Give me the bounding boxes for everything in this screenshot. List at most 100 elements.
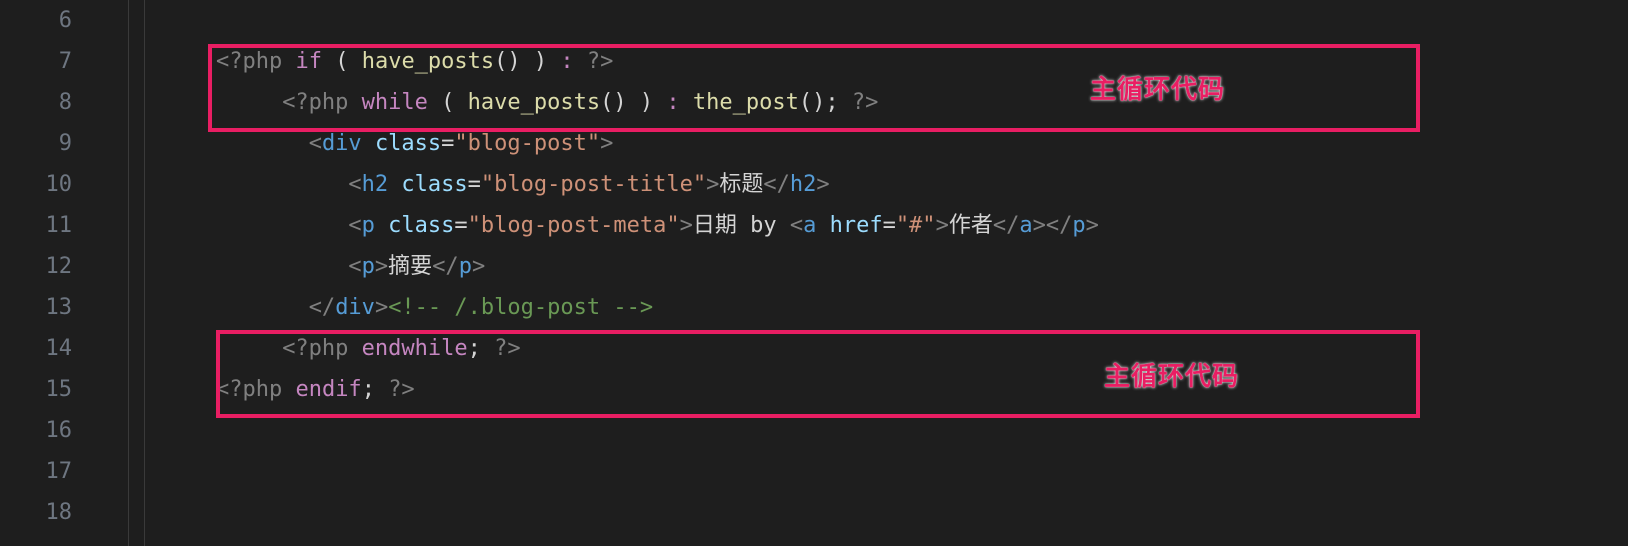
angle-bracket: > bbox=[600, 131, 613, 156]
line-number: 10 bbox=[0, 164, 72, 205]
keyword-endwhile: endwhile bbox=[362, 336, 468, 361]
code-line: <p class="blog-post-meta">日期 by <a href=… bbox=[110, 205, 1628, 246]
line-number: 6 bbox=[0, 0, 72, 41]
code-line: <h2 class="blog-post-title">标题</h2> bbox=[110, 164, 1628, 205]
code-editor: 6 7 8 9 10 11 12 13 14 15 16 17 18 <?php… bbox=[0, 0, 1628, 546]
tag-h2: h2 bbox=[362, 172, 389, 197]
tag-p: p bbox=[362, 213, 375, 238]
paren: ( bbox=[494, 49, 507, 74]
paren: ( bbox=[799, 90, 812, 115]
html-comment: <!-- /.blog-post --> bbox=[388, 295, 653, 320]
paren: ( bbox=[335, 49, 348, 74]
line-number: 17 bbox=[0, 451, 72, 492]
line-number: 14 bbox=[0, 328, 72, 369]
equals: = bbox=[441, 131, 454, 156]
line-number: 12 bbox=[0, 246, 72, 287]
line-number: 15 bbox=[0, 369, 72, 410]
code-line: <p>摘要</p> bbox=[110, 246, 1628, 287]
code-line bbox=[110, 410, 1628, 451]
text-excerpt: 摘要 bbox=[388, 254, 432, 279]
line-number: 13 bbox=[0, 287, 72, 328]
func-have-posts: have_posts bbox=[468, 90, 600, 115]
equals: = bbox=[883, 213, 896, 238]
code-line: <?php while ( have_posts() ) : the_post(… bbox=[110, 82, 1628, 123]
annotation-label-top: 主循环代码 bbox=[1090, 69, 1225, 110]
angle-bracket: < bbox=[309, 131, 322, 156]
tag-h2: h2 bbox=[790, 172, 817, 197]
text-by: by bbox=[750, 213, 790, 238]
code-line bbox=[110, 492, 1628, 533]
tag-p: p bbox=[362, 254, 375, 279]
angle-bracket: > bbox=[936, 213, 949, 238]
text-author: 作者 bbox=[949, 213, 993, 238]
equals: = bbox=[468, 172, 481, 197]
line-number: 8 bbox=[0, 82, 72, 123]
tag-div: div bbox=[322, 131, 362, 156]
angle-bracket: </ bbox=[309, 295, 336, 320]
text-date: 日期 bbox=[693, 213, 750, 238]
equals: = bbox=[454, 213, 467, 238]
keyword-endif: endif bbox=[295, 377, 361, 402]
code-line: <?php endif; ?> bbox=[110, 369, 1628, 410]
tag-a: a bbox=[1019, 213, 1032, 238]
attr-class: class bbox=[401, 172, 467, 197]
angle-bracket: > bbox=[706, 172, 719, 197]
string-blog-post-meta: "blog-post-meta" bbox=[468, 213, 680, 238]
code-line: <?php if ( have_posts() ) : ?> bbox=[110, 41, 1628, 82]
tag-div: div bbox=[335, 295, 375, 320]
php-close-tag: ?> bbox=[852, 90, 879, 115]
line-number: 16 bbox=[0, 410, 72, 451]
keyword-while: while bbox=[362, 90, 428, 115]
line-number: 9 bbox=[0, 123, 72, 164]
angle-bracket: > bbox=[816, 172, 829, 197]
text-title: 标题 bbox=[719, 172, 763, 197]
paren: ( bbox=[600, 90, 613, 115]
code-line: </div><!-- /.blog-post --> bbox=[110, 287, 1628, 328]
semicolon: ; bbox=[362, 377, 375, 402]
tag-p: p bbox=[1072, 213, 1085, 238]
keyword-if: if bbox=[295, 49, 322, 74]
code-line: <?php endwhile; ?> bbox=[110, 328, 1628, 369]
angle-bracket: < bbox=[348, 254, 361, 279]
semicolon: ; bbox=[825, 90, 838, 115]
angle-bracket: < bbox=[348, 213, 361, 238]
php-open-tag: <?php bbox=[216, 49, 282, 74]
paren: ) bbox=[507, 49, 520, 74]
code-area[interactable]: <?php if ( have_posts() ) : ?> <?php whi… bbox=[100, 0, 1628, 546]
func-the-post: the_post bbox=[693, 90, 799, 115]
tag-p: p bbox=[459, 254, 472, 279]
angle-bracket: </ bbox=[432, 254, 459, 279]
string-hash: "#" bbox=[896, 213, 936, 238]
php-close-tag: ?> bbox=[494, 336, 521, 361]
paren: ( bbox=[441, 90, 454, 115]
line-gutter: 6 7 8 9 10 11 12 13 14 15 16 17 18 bbox=[0, 0, 100, 546]
angle-bracket: > bbox=[375, 295, 388, 320]
attr-href: href bbox=[830, 213, 883, 238]
colon: : bbox=[547, 49, 587, 74]
paren: ) bbox=[534, 49, 547, 74]
angle-bracket: > bbox=[1033, 213, 1046, 238]
string-blog-post: "blog-post" bbox=[454, 131, 600, 156]
angle-bracket: > bbox=[472, 254, 485, 279]
angle-bracket: </ bbox=[1046, 213, 1073, 238]
code-line bbox=[110, 451, 1628, 492]
angle-bracket: < bbox=[790, 213, 803, 238]
paren: ) bbox=[613, 90, 626, 115]
angle-bracket: < bbox=[348, 172, 361, 197]
attr-class: class bbox=[388, 213, 454, 238]
angle-bracket: </ bbox=[763, 172, 790, 197]
code-line: <div class="blog-post"> bbox=[110, 123, 1628, 164]
string-blog-post-title: "blog-post-title" bbox=[481, 172, 706, 197]
php-open-tag: <?php bbox=[282, 336, 348, 361]
line-number: 18 bbox=[0, 492, 72, 533]
semicolon: ; bbox=[468, 336, 481, 361]
angle-bracket: > bbox=[375, 254, 388, 279]
line-number: 7 bbox=[0, 41, 72, 82]
php-close-tag: ?> bbox=[587, 49, 614, 74]
php-open-tag: <?php bbox=[216, 377, 282, 402]
line-number: 11 bbox=[0, 205, 72, 246]
attr-class: class bbox=[375, 131, 441, 156]
paren: ) bbox=[640, 90, 653, 115]
angle-bracket: </ bbox=[993, 213, 1020, 238]
angle-bracket: > bbox=[1086, 213, 1099, 238]
